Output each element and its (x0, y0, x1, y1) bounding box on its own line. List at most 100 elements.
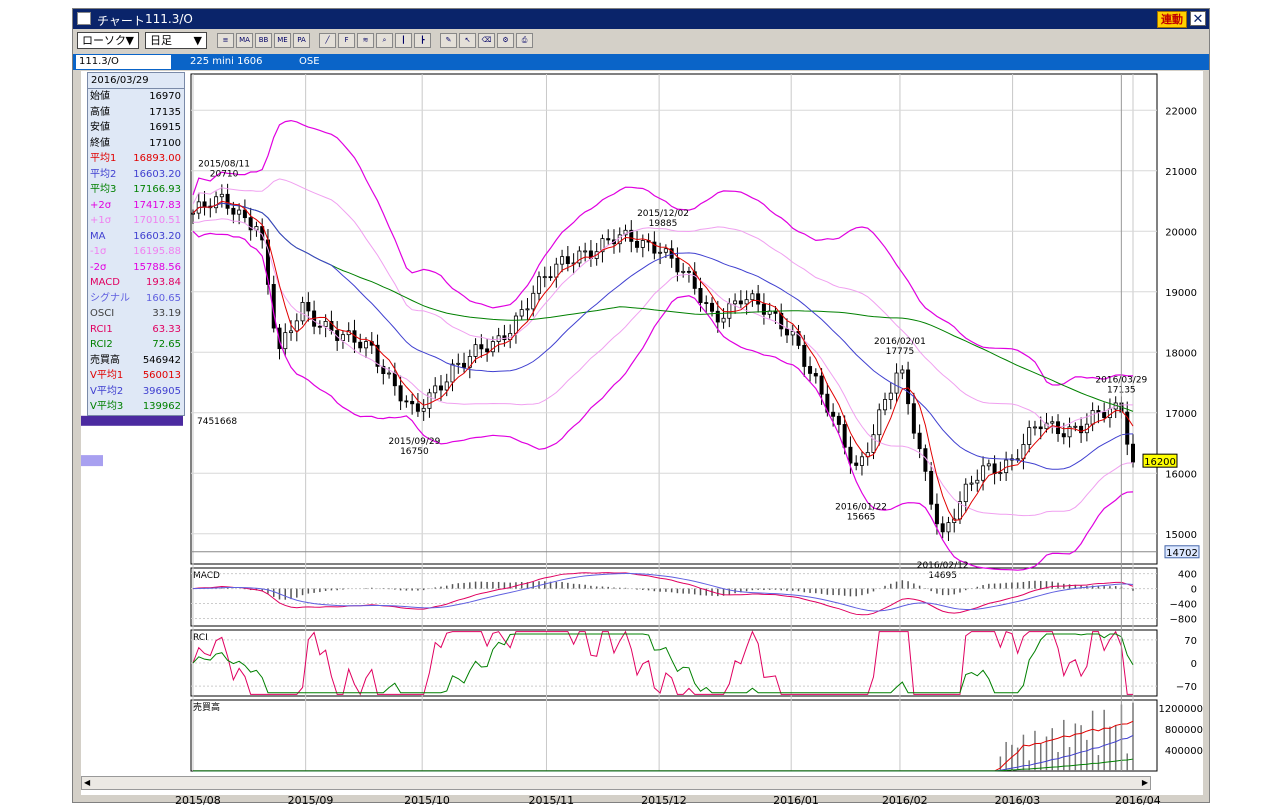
data-panel-row: 平均2 16603.20 (88, 167, 184, 183)
data-panel-label: 売買高 (90, 354, 120, 366)
candle-body (836, 415, 841, 425)
data-panel-value: 560013 (142, 370, 181, 381)
step-button[interactable]: ┣ (414, 33, 431, 48)
candle-body (565, 256, 570, 265)
chart-svg[interactable]: 22000 21000 20000 19000 18000 17000 16000 15000… (81, 71, 1203, 795)
data-panel-row: RCI2 72.65 (88, 337, 184, 353)
candle-body (427, 392, 432, 409)
horizontal-scrollbar[interactable]: ◀ ▶ (81, 776, 1151, 790)
candle-body (894, 372, 899, 394)
candle-body (750, 293, 755, 301)
settings-button[interactable]: ⚙ (497, 33, 514, 48)
price-tick-label: 15000 (1165, 530, 1197, 541)
line-tool-button[interactable]: ╱ (319, 33, 336, 48)
annotation-date: 2016/01/22 (835, 503, 887, 513)
eraser-button[interactable]: ⌫ (478, 33, 495, 48)
data-panel-row: MACD 193.84 (88, 275, 184, 291)
candle-body (1050, 421, 1055, 424)
candle-body (686, 270, 691, 273)
candle-body (1015, 458, 1020, 461)
data-panel-label: シグナル (90, 292, 130, 304)
candle-body (744, 299, 749, 305)
candle-body (340, 334, 345, 341)
link-button[interactable]: 連動 (1157, 11, 1187, 28)
price-tick-label: 21000 (1165, 167, 1197, 178)
candle-body (992, 463, 997, 475)
chevron-down-icon: ▼ (193, 34, 202, 47)
candle-body (300, 301, 305, 322)
candle-body (906, 369, 911, 405)
data-panel-value: 17166.93 (133, 184, 181, 195)
close-button[interactable]: ✕ (1190, 11, 1206, 27)
data-panel-value: 15788.56 (133, 261, 181, 273)
candle-body (219, 193, 224, 198)
candle-body (1027, 427, 1032, 445)
x-axis-label: 2015/11 (528, 794, 575, 807)
candle-body (583, 250, 588, 253)
low-marker-label: 14702 (1166, 548, 1198, 559)
print-button[interactable]: ⎙ (516, 33, 533, 48)
data-panel-value: 17135 (149, 106, 181, 118)
chart-area[interactable]: 22000 21000 20000 19000 18000 17000 16000 15000… (81, 71, 1203, 795)
ma-button[interactable]: MA (236, 33, 253, 48)
volume-panel-label: 売買高 (193, 701, 220, 713)
bb-button[interactable]: BB (255, 33, 272, 48)
candle-body (698, 288, 703, 303)
price-tick-label: 19000 (1165, 288, 1197, 299)
candle-style-button[interactable]: ┃ (395, 33, 412, 48)
candle-body (981, 465, 986, 481)
data-panel-row: 安値 16915 (88, 120, 184, 136)
candle-body (963, 483, 968, 503)
data-panel-row: -1σ 16195.88 (88, 244, 184, 260)
chart-type-dropdown[interactable]: ローソク ▼ (77, 32, 139, 49)
data-panel-label: MACD (90, 277, 120, 288)
data-panel-label: 安値 (90, 122, 110, 133)
data-panel-value: 396905 (142, 385, 181, 397)
candle-body (415, 403, 420, 412)
pen-button[interactable]: ✎ (440, 33, 457, 48)
candle-body (934, 503, 939, 525)
x-axis-label: 2015/12 (641, 794, 687, 807)
volume-tick-label: 800000 (1165, 725, 1203, 736)
volume-tick-label: 1200000 (1158, 704, 1203, 715)
x-axis-label: 2015/08 (175, 794, 221, 807)
candle-body (986, 463, 991, 467)
data-panel-value: 16915 (149, 122, 181, 133)
period-dropdown[interactable]: 日足 ▼ (145, 32, 207, 49)
me-button[interactable]: ME (274, 33, 291, 48)
scroll-left-icon[interactable]: ◀ (84, 778, 90, 787)
zoom-button[interactable]: ⌕ (376, 33, 393, 48)
candle-body (831, 411, 836, 417)
pa-button[interactable]: PA (293, 33, 310, 48)
data-panel-value: 17100 (149, 137, 181, 149)
indicator-list-button[interactable]: ≡ (217, 33, 234, 48)
data-panel-label: RCI2 (90, 339, 113, 350)
candle-body (900, 369, 905, 374)
price-tick-label: 18000 (1165, 348, 1197, 359)
data-panel-row: -2σ 15788.56 (88, 260, 184, 276)
candle-body (842, 424, 847, 448)
candle-body (606, 238, 611, 241)
annotation-date: 2015/09/29 (388, 437, 440, 447)
data-panel-row: V平均3 139962 (88, 399, 184, 415)
candle-body (929, 470, 934, 505)
candle-body (502, 335, 507, 341)
candle-body (306, 301, 311, 312)
data-panel-value: 16970 (149, 91, 181, 102)
data-panel: 2016/03/29 始値 16970 高値 17135 安値 16915 終値 17100 平… (87, 72, 185, 416)
data-panel-label: -2σ (90, 261, 107, 273)
cursor-button[interactable]: ↖ (459, 33, 476, 48)
candle-body (237, 209, 242, 215)
candle-body (917, 432, 922, 450)
fib-tool-button[interactable]: F (338, 33, 355, 48)
data-panel-value: 160.65 (146, 292, 181, 304)
candle-body (883, 399, 888, 411)
chart-window: チャート 111.3/O 連動 ✕ ローソク ▼ 日足 ▼ ≡ MA BB ME PA ╱ F ≋… (72, 8, 1210, 807)
x-axis-label: 2016/01 (773, 794, 819, 807)
candle-body (438, 385, 443, 391)
symbol-field[interactable]: 111.3/O (76, 55, 171, 69)
wave-tool-button[interactable]: ≋ (357, 33, 374, 48)
candle-body (871, 434, 876, 453)
scroll-right-icon[interactable]: ▶ (1142, 778, 1148, 787)
candle-body (946, 522, 951, 533)
